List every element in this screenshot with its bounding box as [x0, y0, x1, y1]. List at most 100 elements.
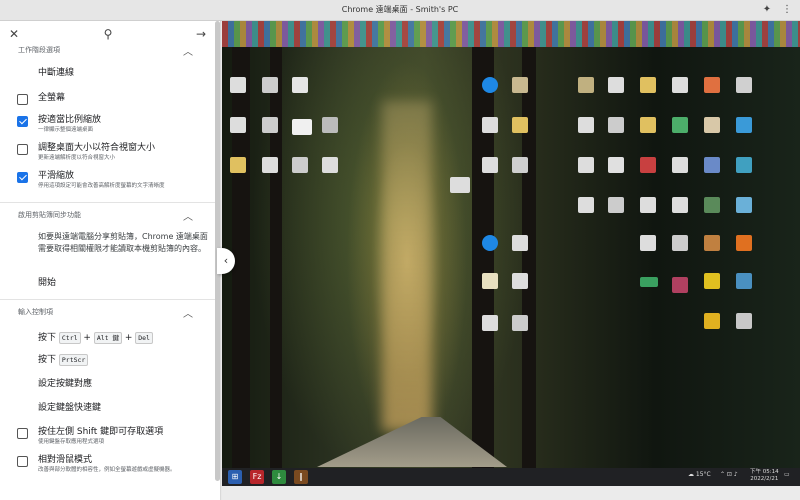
more-menu-icon[interactable]: ⋮	[780, 3, 794, 17]
desktop-file-icon[interactable]	[608, 157, 624, 173]
relative-mouse-checkbox[interactable]	[17, 456, 28, 467]
desktop-file-icon[interactable]	[262, 117, 278, 133]
desktop-file-icon[interactable]	[672, 77, 688, 93]
clipboard-header[interactable]: 啟用剪貼簿同步功能 ︿	[0, 207, 220, 231]
send-ctrl-alt-del[interactable]: 按下 Ctrl + Alt 鍵 + Del	[0, 330, 220, 352]
fullscreen-option[interactable]: 全螢幕	[0, 92, 220, 114]
desktop-app-icon[interactable]	[704, 235, 720, 251]
pin-icon[interactable]: ⚲	[100, 26, 116, 42]
desktop-file-icon[interactable]	[482, 315, 498, 331]
desktop-file-icon[interactable]	[262, 77, 278, 93]
clock-date: 2022/2/21	[750, 476, 779, 482]
desktop-file-icon[interactable]	[578, 77, 594, 93]
close-icon[interactable]: ✕	[6, 26, 22, 42]
desktop-file-icon[interactable]	[512, 273, 528, 289]
desktop-file-icon[interactable]	[292, 157, 308, 173]
desktop-file-icon[interactable]	[262, 157, 278, 173]
desktop-file-icon[interactable]	[230, 77, 246, 93]
filezilla-icon[interactable]: Fz	[250, 470, 264, 484]
clipboard-start-button[interactable]: 開始	[0, 275, 220, 299]
press-label: 按下	[38, 333, 57, 343]
desktop-folder-icon[interactable]	[230, 157, 246, 173]
scale-checkbox[interactable]	[17, 116, 28, 127]
option-label: 平滑縮放	[38, 171, 75, 181]
shift-options-checkbox[interactable]	[17, 428, 28, 439]
notification-icon[interactable]: ▭	[784, 471, 790, 478]
desktop-app-icon[interactable]	[736, 197, 752, 213]
desktop-app-icon[interactable]	[640, 157, 656, 173]
desktop-file-icon[interactable]	[322, 117, 338, 133]
windows-start-icon[interactable]: ⊞	[228, 470, 242, 484]
chevron-up-icon[interactable]: ︿	[183, 43, 193, 58]
desktop-app-icon[interactable]	[704, 273, 720, 289]
resize-option[interactable]: 調整桌面大小以符合視窗大小 更新遠端解析度以符合視窗大小	[0, 142, 220, 170]
desktop-file-icon[interactable]	[230, 117, 246, 133]
desktop-file-icon[interactable]	[608, 117, 624, 133]
desktop-app-icon[interactable]	[704, 117, 720, 133]
desktop-file-icon[interactable]	[608, 197, 624, 213]
desktop-file-icon[interactable]	[450, 177, 470, 193]
desktop-file-icon[interactable]	[640, 197, 656, 213]
smooth-scale-option[interactable]: 平滑縮放 停用這項設定可能會改善高解析度螢幕的文字清晰度	[0, 170, 220, 202]
desktop-file-icon[interactable]	[292, 119, 312, 135]
fullscreen-checkbox[interactable]	[17, 94, 28, 105]
desktop-app-icon[interactable]	[704, 157, 720, 173]
download-app-icon[interactable]: ↓	[272, 470, 286, 484]
resize-checkbox[interactable]	[17, 144, 28, 155]
desktop-app-icon[interactable]	[704, 197, 720, 213]
shift-options-option[interactable]: 按住左側 Shift 鍵即可存取選項 使用鍵盤存取應用程式選項	[0, 426, 220, 454]
desktop-file-icon[interactable]	[672, 235, 688, 251]
desktop-file-icon[interactable]	[672, 197, 688, 213]
desktop-app-icon[interactable]	[672, 277, 688, 293]
desktop-file-icon[interactable]	[608, 77, 624, 93]
desktop-file-icon[interactable]	[578, 157, 594, 173]
desktop-file-icon[interactable]	[578, 117, 594, 133]
disconnect-button[interactable]: 中斷連線	[0, 65, 220, 89]
desktop-app-icon[interactable]	[640, 277, 658, 287]
input-controls-header[interactable]: 輸入控制項 ︿	[0, 304, 220, 326]
clock[interactable]: 下午 05:14 2022/2/21	[750, 469, 779, 483]
keyboard-shortcuts-button[interactable]: 設定鍵盤快速鍵	[0, 400, 220, 426]
extensions-icon[interactable]: ✦	[760, 3, 774, 17]
desktop-file-icon[interactable]	[482, 117, 498, 133]
chevron-up-icon[interactable]: ︿	[183, 305, 193, 320]
desktop-file-icon[interactable]	[482, 273, 498, 289]
arrow-right-icon[interactable]: →	[193, 26, 209, 42]
smooth-scale-checkbox[interactable]	[17, 172, 28, 183]
desktop-app-icon[interactable]	[736, 117, 752, 133]
edge-browser-icon[interactable]	[482, 235, 498, 251]
desktop-folder-icon[interactable]	[512, 117, 528, 133]
desktop-folder-icon[interactable]	[640, 117, 656, 133]
send-prtscr[interactable]: 按下 PrtScr	[0, 352, 220, 376]
desktop-file-icon[interactable]	[292, 77, 308, 93]
desktop-app-icon[interactable]	[704, 77, 720, 93]
weather-indicator[interactable]: ☁ 15°C	[688, 471, 711, 478]
desktop-app-icon[interactable]	[736, 273, 752, 289]
desktop-file-icon[interactable]	[512, 157, 528, 173]
desktop-app-icon[interactable]	[704, 313, 720, 329]
remote-desktop-view[interactable]	[222, 21, 800, 486]
chevron-up-icon[interactable]: ︿	[183, 208, 193, 223]
edge-browser-icon[interactable]	[482, 77, 498, 93]
desktop-file-icon[interactable]	[482, 157, 498, 173]
desktop-app-icon[interactable]	[736, 235, 752, 251]
desktop-app-icon[interactable]	[672, 117, 688, 133]
taskbar-app-icon[interactable]: ∥	[294, 470, 308, 484]
desktop-file-icon[interactable]	[512, 235, 528, 251]
desktop-app-icon[interactable]	[736, 313, 752, 329]
desktop-file-icon[interactable]	[640, 235, 656, 251]
desktop-file-icon[interactable]	[322, 157, 338, 173]
relative-mouse-option[interactable]: 相對滑鼠模式 改善與部分軟體的相容性，例如全螢幕遊戲或虛擬機器。	[0, 454, 220, 482]
tray-icons[interactable]: ⌃ ⊡ ♪	[720, 471, 738, 478]
desktop-file-icon[interactable]	[512, 77, 528, 93]
key-mapping-button[interactable]: 設定按鍵對應	[0, 376, 220, 400]
desktop-folder-icon[interactable]	[640, 77, 656, 93]
desktop-file-icon[interactable]	[578, 197, 594, 213]
desktop-app-icon[interactable]	[736, 157, 752, 173]
desktop-file-icon[interactable]	[512, 315, 528, 331]
desktop-file-icon[interactable]	[736, 77, 752, 93]
divider	[0, 202, 220, 203]
scale-option[interactable]: 按適當比例縮放 一律顯示整個遠端桌面	[0, 114, 220, 142]
desktop-file-icon[interactable]	[672, 157, 688, 173]
session-options-header[interactable]: 工作階段選項 ︿	[0, 42, 220, 60]
